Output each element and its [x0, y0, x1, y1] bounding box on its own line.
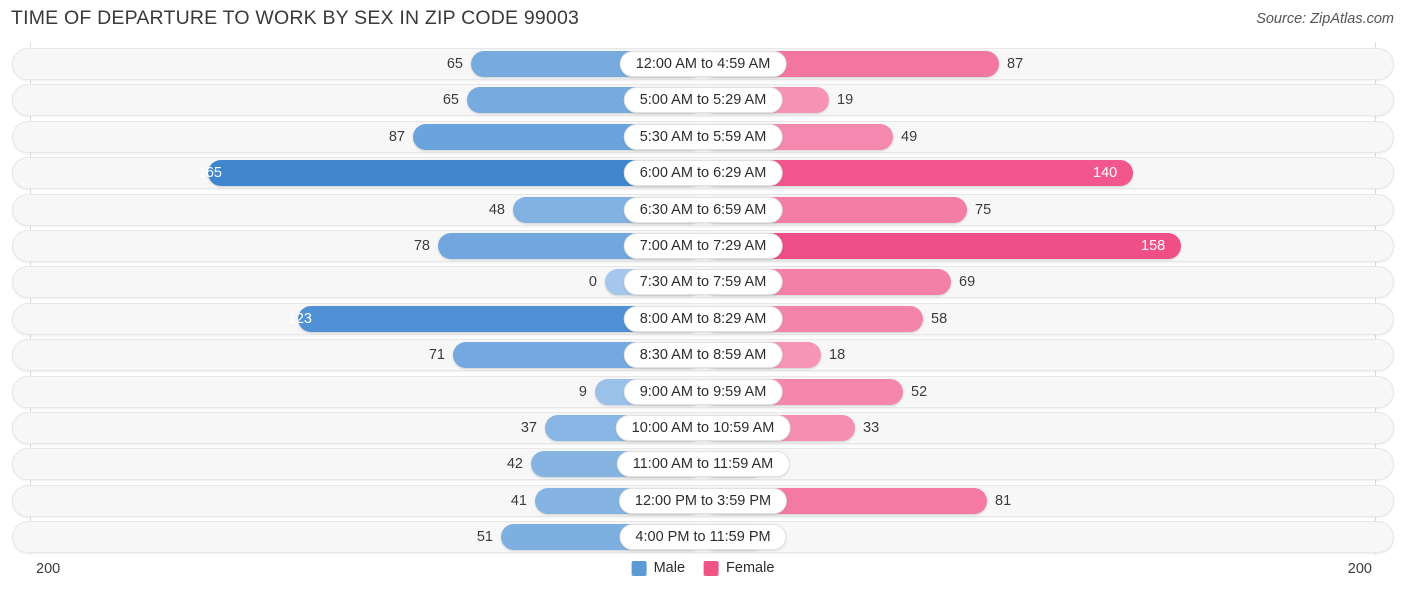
female-half: 33: [703, 415, 1394, 441]
female-value-label: 58: [931, 310, 948, 327]
female-half: 18: [703, 342, 1394, 369]
table-row[interactable]: 65 19 5:00 AM to 5:29 AM: [12, 84, 1394, 117]
male-value-label: 65: [442, 92, 459, 109]
category-label: 8:00 AM to 8:29 AM: [623, 305, 783, 332]
table-row[interactable]: 65 87 12:00 AM to 4:59 AM: [12, 48, 1394, 80]
legend-swatch-icon: [704, 560, 720, 576]
axis-tick-left: 200: [36, 561, 61, 577]
male-half: 9: [12, 378, 703, 405]
female-half: 75: [703, 196, 1394, 223]
female-half: 0: [703, 451, 1394, 478]
table-row[interactable]: 9 52 9:00 AM to 9:59 AM: [12, 375, 1394, 408]
page-title: TIME OF DEPARTURE TO WORK BY SEX IN ZIP …: [11, 7, 580, 29]
female-value-label: 18: [829, 347, 846, 364]
category-label: 6:30 AM to 6:59 AM: [623, 196, 783, 223]
male-half: 123: [12, 305, 703, 332]
source-attribution: Source: ZipAtlas.com: [1256, 11, 1394, 27]
table-row[interactable]: 165 140 6:00 AM to 6:29 AM: [12, 157, 1394, 190]
category-label: 8:30 AM to 8:59 AM: [623, 342, 783, 369]
male-half: 87: [12, 123, 703, 150]
male-half: 41: [12, 487, 703, 514]
male-value-label: 71: [428, 347, 445, 364]
female-half: 49: [703, 123, 1394, 150]
female-half: 87: [703, 51, 1394, 77]
table-row[interactable]: 123 58 8:00 AM to 8:29 AM: [12, 302, 1394, 335]
table-row[interactable]: 42 011:00 AM to 11:59 AM: [12, 448, 1394, 481]
female-value-label: 140: [1093, 165, 1118, 182]
male-value-label: 123: [287, 310, 312, 327]
male-value-label: 78: [413, 238, 430, 254]
female-half: 58: [703, 305, 1394, 332]
female-half: 158: [703, 233, 1394, 259]
chart-legend: Male Female: [631, 560, 774, 576]
male-half: 78: [12, 233, 703, 259]
male-value-label: 42: [506, 456, 523, 473]
male-value-label: 65: [446, 56, 463, 72]
male-half: 0: [12, 269, 703, 296]
category-label: 12:00 PM to 3:59 PM: [618, 487, 788, 514]
female-value-label: 81: [995, 492, 1012, 509]
male-value-label: 0: [588, 274, 597, 291]
male-half: 165: [12, 160, 703, 187]
legend-swatch-icon: [631, 560, 647, 576]
male-half: 51: [12, 524, 703, 551]
female-value-label: 19: [837, 92, 854, 109]
table-row[interactable]: 87 49 5:30 AM to 5:59 AM: [12, 120, 1394, 153]
female-half: 0: [703, 524, 1394, 551]
female-value-label: 33: [863, 420, 880, 436]
legend-label: Male: [653, 560, 686, 576]
female-half: 81: [703, 487, 1394, 514]
chart-header: TIME OF DEPARTURE TO WORK BY SEX IN ZIP …: [0, 0, 1406, 40]
legend-label: Female: [726, 560, 775, 576]
male-value-label: 87: [388, 128, 405, 145]
legend-item[interactable]: Male: [631, 560, 686, 576]
category-label: 9:00 AM to 9:59 AM: [623, 378, 783, 405]
female-half: 69: [703, 269, 1394, 296]
axis-tick-right: 200: [1347, 561, 1372, 577]
male-half: 65: [12, 51, 703, 77]
female-value-label: 158: [1141, 238, 1166, 254]
female-half: 19: [703, 87, 1394, 114]
table-row[interactable]: 51 04:00 PM to 11:59 PM: [12, 521, 1394, 554]
male-half: 37: [12, 415, 703, 441]
female-value-label: 69: [959, 274, 976, 291]
female-half: 140: [703, 160, 1394, 187]
category-label: 7:30 AM to 7:59 AM: [623, 269, 783, 296]
table-row[interactable]: 41 81 12:00 PM to 3:59 PM: [12, 484, 1394, 517]
male-half: 71: [12, 342, 703, 369]
category-label: 11:00 AM to 11:59 AM: [616, 451, 790, 478]
category-label: 6:00 AM to 6:29 AM: [623, 160, 783, 187]
male-half: 65: [12, 87, 703, 114]
table-row[interactable]: 48 75 6:30 AM to 6:59 AM: [12, 193, 1394, 226]
male-value-label: 51: [476, 529, 493, 546]
chart-footer: 200 200 Male Female: [0, 556, 1406, 594]
table-row[interactable]: 78 158 7:00 AM to 7:29 AM: [12, 230, 1394, 262]
table-row[interactable]: 0 69 7:30 AM to 7:59 AM: [12, 266, 1394, 299]
table-row[interactable]: 37 33 10:00 AM to 10:59 AM: [12, 412, 1394, 444]
category-label: 5:30 AM to 5:59 AM: [623, 123, 783, 150]
female-value-label: 87: [1007, 56, 1024, 72]
female-half: 52: [703, 378, 1394, 405]
legend-item[interactable]: Female: [704, 560, 774, 576]
female-value-label: 49: [901, 128, 918, 145]
table-row[interactable]: 71 18 8:30 AM to 8:59 AM: [12, 339, 1394, 372]
male-value-label: 41: [510, 492, 527, 509]
chart-plot-area: 65 87 12:00 AM to 4:59 AM 65 19 5:00 AM to 5:…: [0, 42, 1406, 554]
male-half: 48: [12, 196, 703, 223]
female-value-label: 52: [911, 383, 928, 400]
male-half: 42: [12, 451, 703, 478]
chart-root: TIME OF DEPARTURE TO WORK BY SEX IN ZIP …: [0, 0, 1406, 594]
category-label: 10:00 AM to 10:59 AM: [615, 415, 791, 441]
male-value-label: 37: [520, 420, 537, 436]
male-value-label: 9: [578, 383, 587, 400]
category-label: 12:00 AM to 4:59 AM: [619, 51, 787, 77]
female-value-label: 75: [975, 201, 992, 218]
male-value-label: 48: [488, 201, 505, 218]
category-label: 7:00 AM to 7:29 AM: [623, 233, 783, 259]
category-label: 5:00 AM to 5:29 AM: [623, 87, 783, 114]
male-value-label: 165: [197, 165, 222, 182]
category-label: 4:00 PM to 11:59 PM: [619, 524, 787, 551]
